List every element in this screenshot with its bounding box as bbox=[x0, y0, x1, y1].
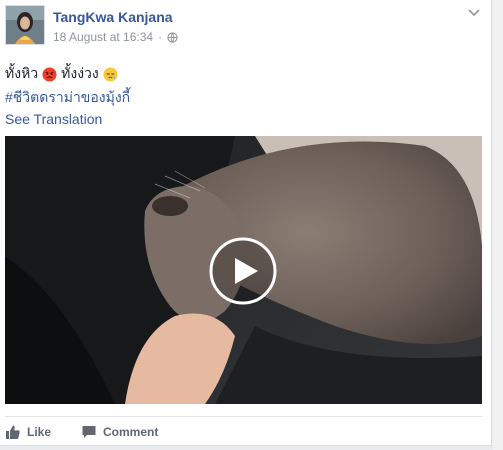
post-text-part1: ทั้งหิว bbox=[5, 65, 39, 81]
author-name[interactable]: TangKwa Kanjana bbox=[53, 9, 173, 25]
comment-label: Comment bbox=[103, 425, 159, 439]
angry-face-icon bbox=[42, 66, 57, 82]
actions-divider bbox=[5, 416, 482, 417]
author-avatar[interactable] bbox=[5, 5, 45, 45]
hashtag-link[interactable]: #ชีวิตดราม่าของมุ้งกี้ bbox=[5, 87, 130, 109]
meta-separator: · bbox=[158, 30, 163, 44]
globe-icon[interactable] bbox=[167, 31, 178, 43]
avatar-image bbox=[6, 6, 44, 44]
chevron-down-icon[interactable] bbox=[467, 6, 481, 20]
post-text: ทั้งหิว ทั้งง่วง bbox=[5, 63, 118, 85]
post-timestamp[interactable]: 18 August at 16:34 bbox=[53, 30, 153, 44]
post-card: TangKwa Kanjana 18 August at 16:34 · ทั้… bbox=[0, 0, 492, 446]
page-scrollbar[interactable] bbox=[493, 0, 503, 450]
play-icon[interactable] bbox=[208, 236, 278, 306]
comment-button[interactable]: Comment bbox=[81, 424, 158, 440]
post-meta: 18 August at 16:34 · bbox=[53, 30, 178, 44]
like-button[interactable]: Like bbox=[5, 424, 51, 440]
post-text-part2: ทั้งง่วง bbox=[61, 65, 99, 81]
thumbs-up-icon bbox=[6, 425, 20, 439]
like-label: Like bbox=[27, 425, 52, 439]
comment-icon bbox=[82, 426, 96, 438]
sleepy-face-icon bbox=[103, 66, 118, 82]
see-translation-link[interactable]: See Translation bbox=[5, 111, 102, 127]
video-player[interactable] bbox=[5, 136, 482, 404]
